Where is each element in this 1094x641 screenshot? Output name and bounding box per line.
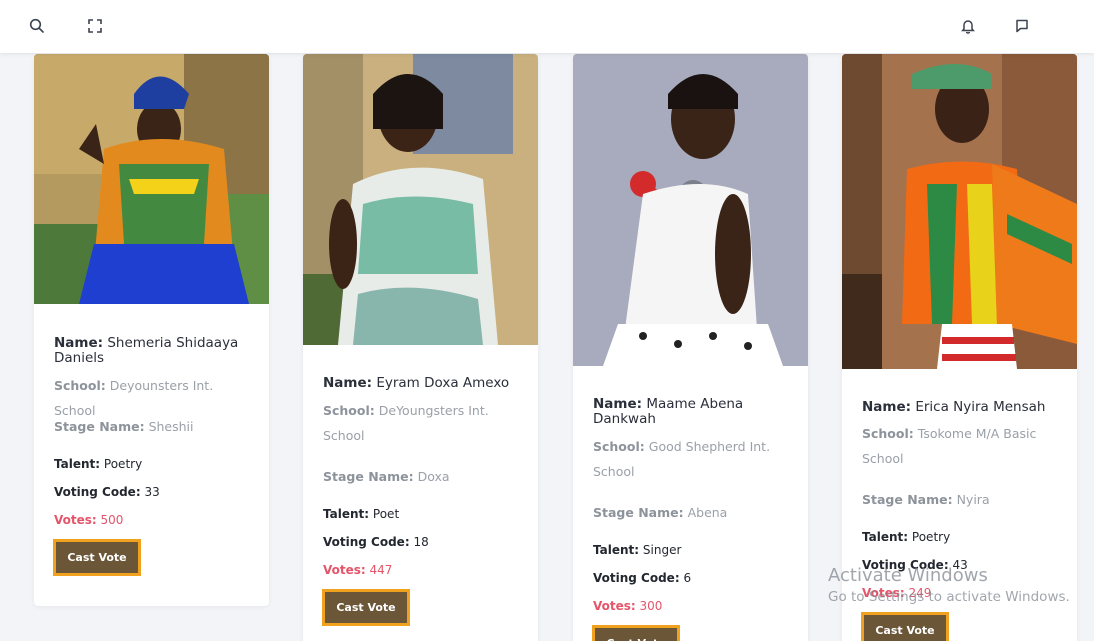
contestant-card: Name: Eyram Doxa Amexo School: DeYoungst… — [303, 54, 538, 641]
contestant-talent: Talent: Poetry — [54, 457, 143, 471]
contestant-photo — [34, 54, 269, 304]
contestant-name: Name: Shemeria Shidaaya Daniels — [54, 335, 239, 366]
contestant-school: School: DeYoungsters Int. School — [323, 403, 489, 443]
contestant-stage-name: Stage Name: Nyira — [862, 492, 990, 507]
contestant-school: School: Tsokome M/A Basic School — [862, 426, 1037, 466]
contestant-photo — [303, 54, 538, 345]
cast-vote-button[interactable]: Cast Vote — [53, 539, 141, 576]
cast-vote-button[interactable]: Cast Vote — [322, 589, 410, 626]
contestant-name: Name: Maame Abena Dankwah — [593, 396, 744, 427]
contestant-card: Name: Shemeria Shidaaya Daniels School: … — [34, 54, 269, 606]
contestant-voting-code: Voting Code: 18 — [323, 535, 429, 549]
contestant-votes: Votes: 447 — [323, 563, 393, 577]
contestant-stage-name: Stage Name: Doxa — [323, 469, 450, 484]
contestant-votes: Votes: 300 — [593, 599, 663, 613]
cast-vote-button[interactable]: Cast Vote — [592, 625, 680, 641]
contestant-card: Name: Erica Nyira Mensah School: Tsokome… — [842, 54, 1077, 641]
contestant-card: Name: Maame Abena Dankwah School: Good S… — [573, 54, 808, 641]
contestant-voting-code: Voting Code: 6 — [593, 571, 692, 585]
contestant-photo — [573, 54, 808, 366]
contestant-photo — [842, 54, 1077, 369]
contestant-name: Name: Erica Nyira Mensah — [862, 399, 1046, 415]
contestant-name: Name: Eyram Doxa Amexo — [323, 375, 510, 391]
cast-vote-button[interactable]: Cast Vote — [861, 612, 949, 641]
search-icon[interactable] — [28, 17, 46, 35]
contestant-stage-name: Stage Name: Sheshii — [54, 419, 194, 434]
contestant-talent: Talent: Singer — [593, 543, 682, 557]
bell-icon[interactable] — [959, 17, 977, 35]
contestant-school: School: Good Shepherd Int. School — [593, 439, 771, 479]
contestant-votes: Votes: 249 — [862, 586, 932, 600]
message-icon[interactable] — [1013, 17, 1031, 35]
contestant-voting-code: Voting Code: 33 — [54, 485, 160, 499]
contestant-votes: Votes: 500 — [54, 513, 124, 527]
fullscreen-icon[interactable] — [86, 17, 104, 35]
contestant-talent: Talent: Poet — [323, 507, 400, 521]
top-navbar — [0, 0, 1094, 53]
contestant-talent: Talent: Poetry — [862, 530, 951, 544]
contestant-stage-name: Stage Name: Abena — [593, 505, 728, 520]
contestant-voting-code: Voting Code: 43 — [862, 558, 968, 572]
